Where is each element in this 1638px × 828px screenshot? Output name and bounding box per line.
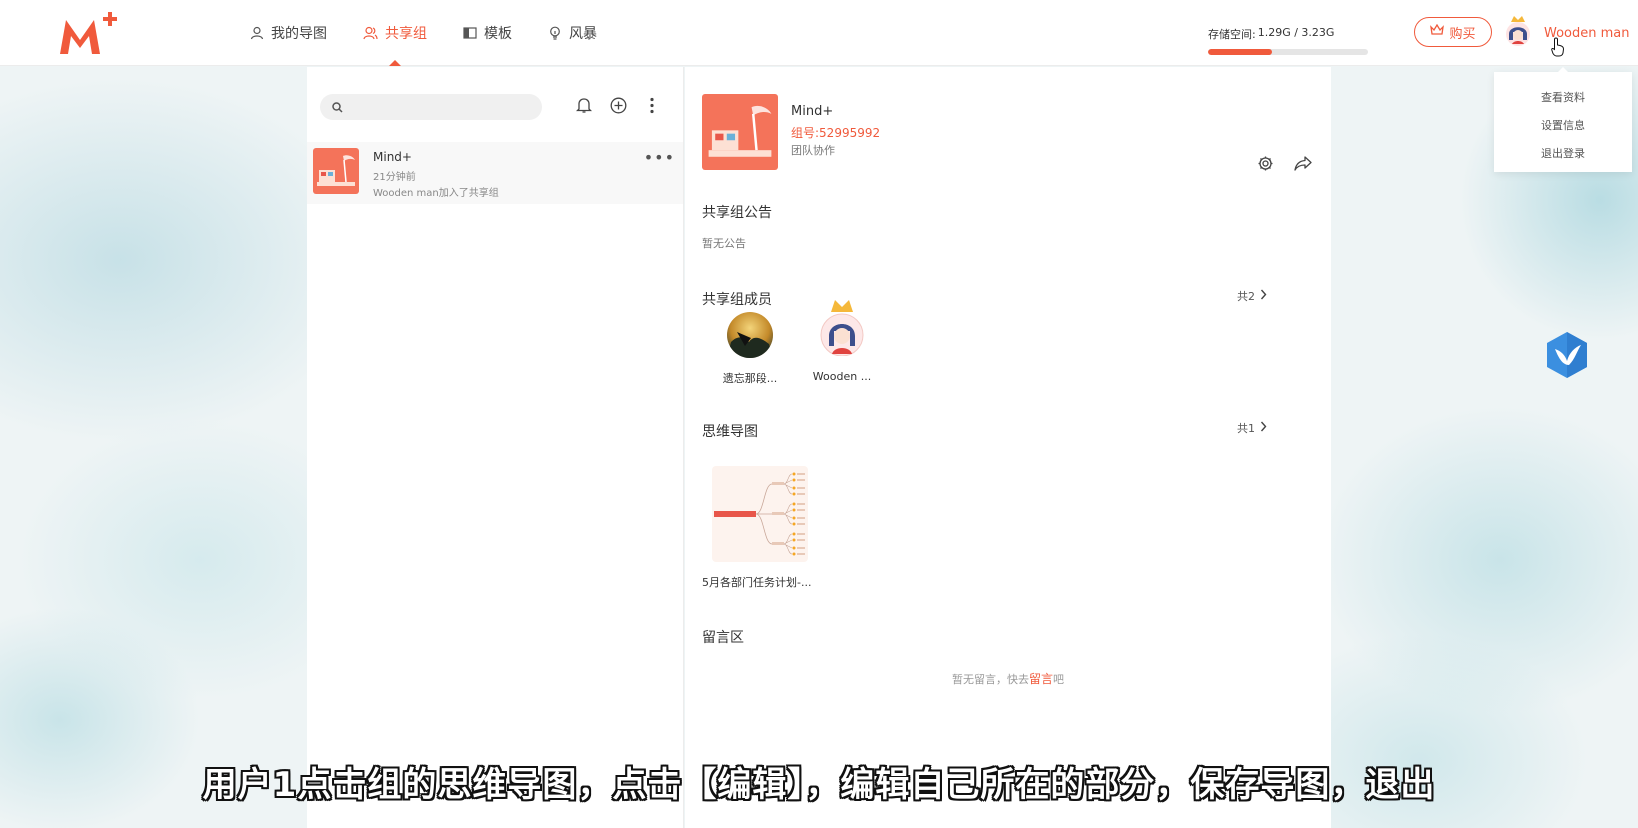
members-count-link[interactable]: 共2 [1237,288,1267,304]
member-name: 遗忘那段... [722,372,778,385]
bird-icon[interactable] [1545,331,1589,379]
search-input[interactable] [351,100,531,114]
nav-label: 我的导图 [271,26,327,42]
nav-templates[interactable]: 模板 [463,0,512,66]
mindmaps-count: 共1 [1237,422,1255,435]
gear-icon[interactable] [1257,155,1274,176]
group-last-message: Wooden man加入了共享组 [373,188,499,199]
mindmap-card[interactable] [712,466,808,562]
group-title: Mind+ [791,104,834,119]
group-thumbnail [313,148,359,194]
mindmaps-title: 思维导图 [702,424,758,440]
bulb-icon [548,26,562,40]
menu-item-logout[interactable]: 退出登录 [1494,140,1632,168]
announcement-text: 暂无公告 [702,237,746,250]
search-icon [332,98,343,117]
app-logo[interactable] [58,10,124,58]
avatar [819,300,865,358]
chevron-right-icon [1260,289,1267,303]
mindmap-name[interactable]: 5月各部门任务计划-... [702,574,811,590]
comments-title: 留言区 [702,630,744,646]
bell-icon[interactable] [575,96,593,114]
main-nav: 我的导图 共享组 模板 风暴 [250,0,633,66]
top-bar: 我的导图 共享组 模板 风暴 存储空间: 1.29G / 3.23G 购买 Wo… [0,0,1638,66]
comments-empty-suffix: 吧 [1053,673,1064,686]
menu-item-view-profile[interactable]: 查看资料 [1494,84,1632,112]
member-item[interactable]: 遗忘那段... [712,312,788,386]
user-dropdown: 查看资料 设置信息 退出登录 [1494,67,1632,172]
leave-comment-link[interactable]: 留言 [1029,672,1053,686]
nav-label: 共享组 [385,26,427,42]
more-vertical-icon[interactable] [643,96,661,114]
storage-progress [1208,49,1368,55]
search-box [320,94,542,120]
storage-label: 存储空间: [1208,28,1256,41]
nav-my-maps[interactable]: 我的导图 [250,0,327,66]
crown-icon [1430,23,1445,40]
group-id: 组号:52995992 [791,126,881,140]
announcement-title: 共享组公告 [702,205,772,221]
group-icon [363,26,378,40]
members-title: 共享组成员 [702,292,772,308]
person-icon [250,26,264,40]
chevron-right-icon [1260,421,1267,435]
nav-shared-groups[interactable]: 共享组 [363,0,427,66]
share-icon[interactable] [1294,155,1312,176]
comments-empty-state: 暂无留言，快去留言吧 [685,670,1331,687]
group-name: Mind+ [373,150,412,164]
mindmaps-count-link[interactable]: 共1 [1237,420,1267,436]
storage-progress-fill [1208,49,1272,55]
nav-storm[interactable]: 风暴 [548,0,597,66]
buy-label: 购买 [1449,26,1476,42]
mouse-cursor-icon [1551,37,1565,61]
add-circle-icon[interactable] [609,96,627,114]
storage-indicator: 存储空间: 1.29G / 3.23G [1208,26,1368,55]
avatar [1502,14,1534,52]
group-detail-panel: Mind+ 组号:52995992 团队协作 共享组公告 暂无公告 共享组成员 … [685,67,1331,828]
group-type: 团队协作 [791,144,835,157]
group-list-panel: Mind+ 21分钟前 Wooden man加入了共享组 ••• [307,67,684,828]
more-horizontal-icon[interactable]: ••• [644,148,675,167]
mindmap-thumbnail [714,472,805,556]
group-time: 21分钟前 [373,172,416,183]
member-item[interactable]: Wooden ... [804,300,880,383]
storage-value: 1.29G / 3.23G [1257,26,1335,39]
nav-label: 模板 [484,26,512,42]
comments-empty-prefix: 暂无留言，快去 [951,673,1029,686]
video-subtitle: 用户1点击组的思维导图，点击【编辑】，编辑自己所在的部分，保存导图，退出 [202,765,1436,805]
template-icon [463,26,477,40]
avatar [727,312,773,358]
nav-label: 风暴 [569,26,597,42]
members-count: 共2 [1237,290,1255,303]
user-menu-trigger[interactable]: Wooden man [1502,14,1630,52]
group-thumbnail-large [702,94,778,170]
buy-button[interactable]: 购买 [1414,17,1492,47]
group-list-item[interactable]: Mind+ 21分钟前 Wooden man加入了共享组 ••• [307,142,683,204]
menu-item-settings[interactable]: 设置信息 [1494,112,1632,140]
member-name: Wooden ... [812,370,872,383]
